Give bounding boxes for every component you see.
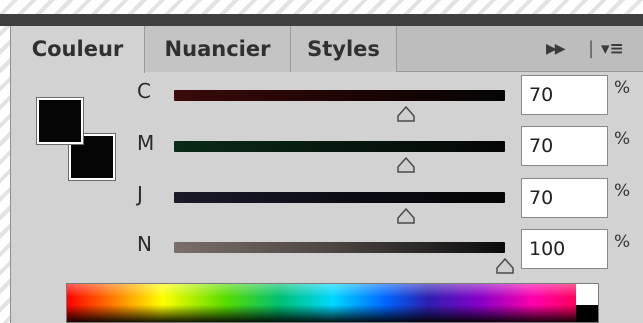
slider-track-c[interactable] [174, 90, 505, 101]
tab-couleur[interactable]: Couleur [11, 26, 145, 73]
slider-thumb-n[interactable] [495, 258, 515, 274]
slider-thumb-c[interactable] [396, 106, 416, 122]
foreground-color-swatch[interactable] [36, 97, 84, 145]
slider-value-m[interactable]: 70 [521, 126, 608, 166]
slider-track-m[interactable] [174, 141, 505, 152]
slider-thumb-m[interactable] [396, 157, 416, 173]
slider-track-n[interactable] [174, 242, 505, 253]
panel-dock-bar [0, 14, 643, 26]
spectrum-black[interactable] [576, 304, 598, 322]
slider-value-n[interactable]: 100 [521, 229, 608, 269]
panel-tab-bar: Couleur Nuancier Styles ▶▶ | ▾≡ [11, 26, 643, 73]
slider-label-j: J [137, 182, 143, 206]
slider-label-n: N [137, 232, 152, 256]
color-panel: Couleur Nuancier Styles ▶▶ | ▾≡ C 70 % M… [10, 26, 643, 323]
double-right-arrow-icon[interactable]: ▶▶ [546, 26, 565, 72]
panel-menu-icon[interactable]: ▾≡ [601, 26, 624, 72]
color-spectrum-ramp[interactable] [66, 283, 599, 323]
spectrum-white[interactable] [576, 284, 598, 305]
percent-label-j: % [614, 181, 631, 201]
slider-label-c: C [137, 79, 151, 103]
toolbar-divider: | [588, 38, 595, 59]
slider-thumb-j[interactable] [396, 208, 416, 224]
spectrum-shade [67, 284, 598, 322]
slider-value-c[interactable]: 70 [521, 75, 608, 115]
percent-label-n: % [614, 232, 631, 252]
percent-label-c: % [614, 78, 631, 98]
slider-track-j[interactable] [174, 192, 505, 203]
spectrum-black-white[interactable] [576, 284, 598, 322]
slider-value-j[interactable]: 70 [521, 178, 608, 218]
tab-styles[interactable]: Styles [291, 26, 397, 72]
tab-nuancier[interactable]: Nuancier [145, 26, 291, 72]
percent-label-m: % [614, 129, 631, 149]
slider-label-m: M [137, 131, 155, 155]
